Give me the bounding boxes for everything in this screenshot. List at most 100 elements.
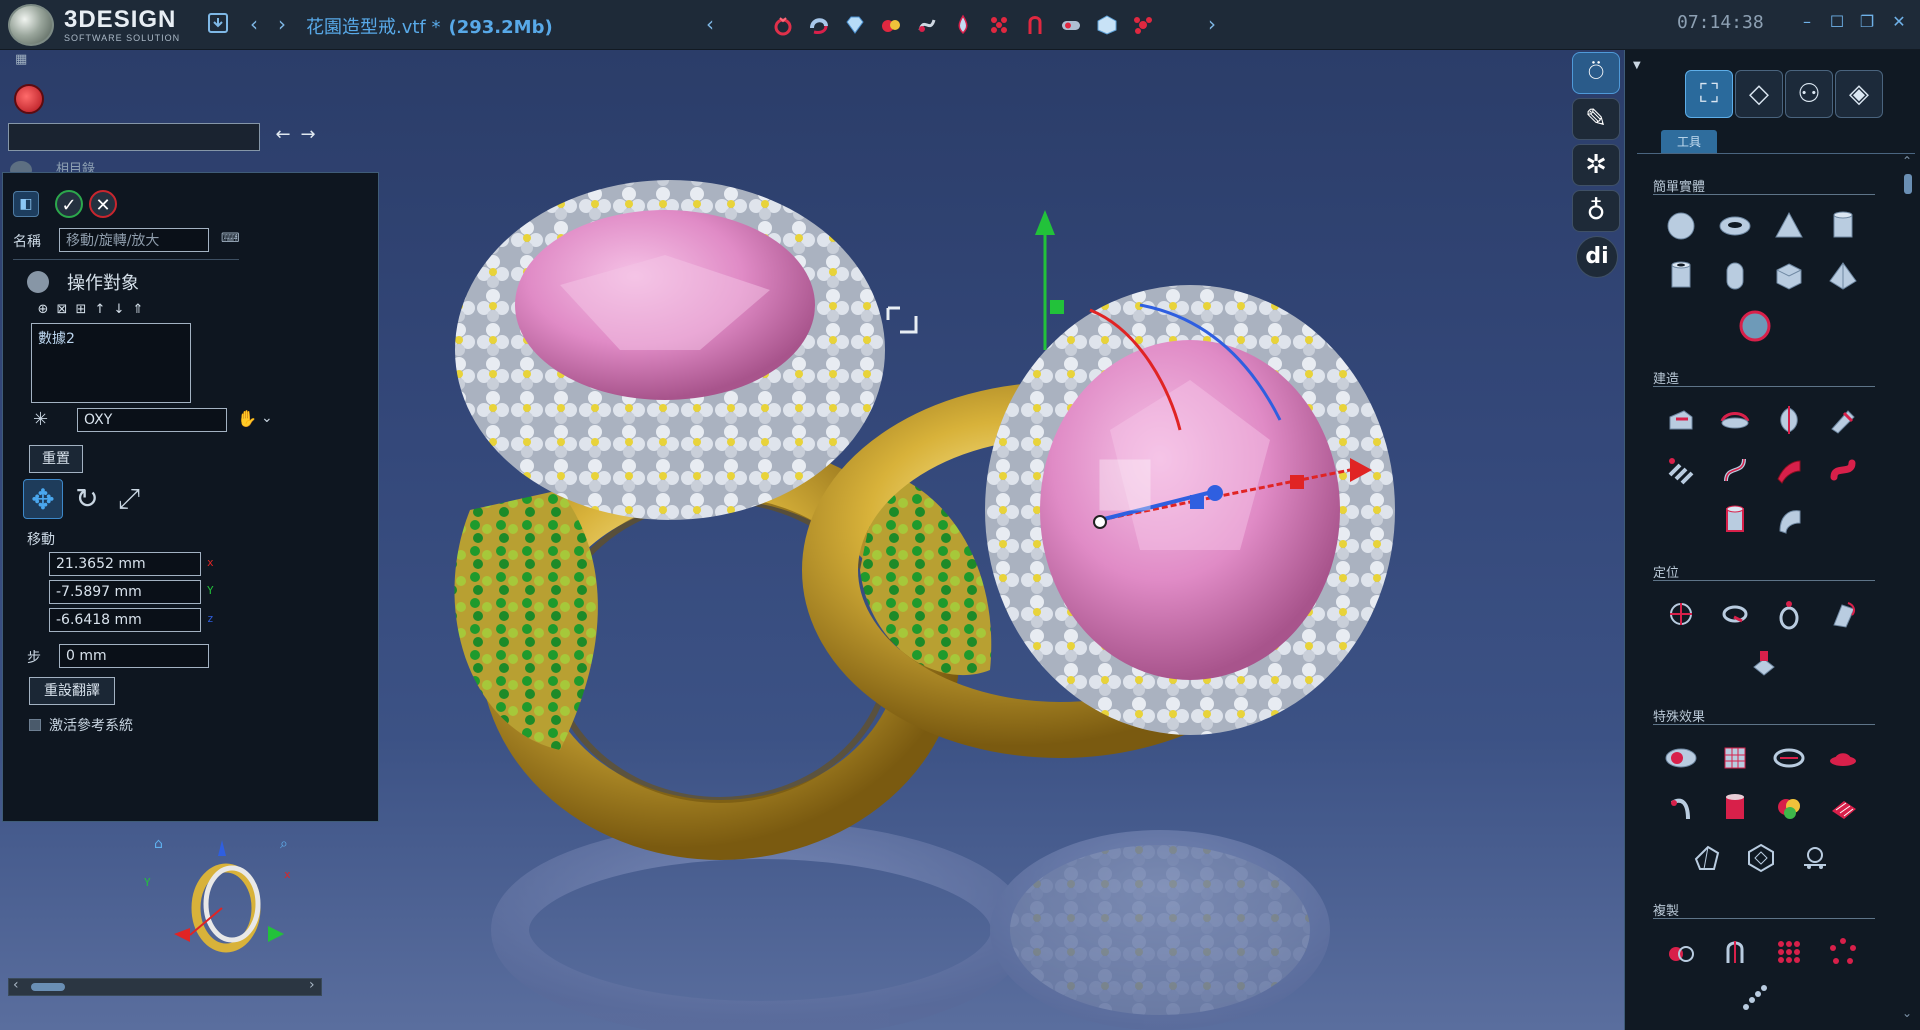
move-up-icon[interactable]: ↑ — [92, 302, 108, 318]
reset-button[interactable]: 重置 — [29, 445, 83, 473]
step-input[interactable] — [59, 644, 209, 668]
shell-icon[interactable] — [1717, 502, 1753, 538]
sweep-icon[interactable] — [1717, 402, 1753, 438]
array-curve-icon[interactable] — [1737, 980, 1773, 1016]
add-object-icon[interactable]: ⊕ — [35, 302, 51, 318]
reset-translate-button[interactable]: 重設翻譯 — [29, 677, 115, 705]
restore-icon[interactable]: ❐ — [1856, 11, 1878, 33]
array-circular-icon[interactable] — [1825, 934, 1861, 970]
object-list-item[interactable]: 數據2 — [38, 328, 184, 348]
loft-icon[interactable] — [1825, 402, 1861, 438]
activate-ref-checkbox[interactable] — [29, 719, 41, 731]
curve-icon[interactable] — [914, 12, 940, 38]
facet-icon[interactable] — [1689, 840, 1725, 876]
save-icon[interactable] — [206, 12, 230, 36]
ring-icon[interactable] — [770, 12, 796, 38]
apple-icon[interactable] — [14, 84, 44, 114]
panel-horizontal-scrollbar[interactable]: ‹ › — [8, 977, 322, 996]
move-top-icon[interactable]: ⇑ — [130, 302, 146, 318]
scroll-thumb[interactable] — [31, 983, 65, 991]
maximize-icon[interactable]: ☐ — [1826, 11, 1848, 33]
extrude-icon[interactable] — [1663, 402, 1699, 438]
toolbar-scroll-right-icon[interactable]: › — [1200, 12, 1224, 36]
move-tool-icon[interactable]: ✥ — [23, 479, 63, 519]
prong-icon[interactable] — [1022, 12, 1048, 38]
stones-icon[interactable] — [878, 12, 904, 38]
lattice-icon[interactable] — [1717, 740, 1753, 776]
panel-mode-icon[interactable]: ◧ — [13, 191, 39, 217]
move-z-input[interactable] — [49, 608, 201, 632]
tools-scrollbar[interactable]: ⌃ ⌄ — [1901, 154, 1915, 1024]
duplicate-icon[interactable] — [1663, 934, 1699, 970]
gem-icon[interactable] — [842, 12, 868, 38]
navigator-cube-icon[interactable] — [160, 838, 290, 968]
scroll-left-icon[interactable]: ‹ — [13, 977, 19, 993]
bend-icon[interactable] — [1663, 790, 1699, 826]
close-icon[interactable]: ✕ — [1888, 11, 1910, 33]
name-input[interactable] — [59, 228, 209, 252]
gallery-icon[interactable] — [1797, 840, 1833, 876]
multi-section-icon[interactable] — [1663, 452, 1699, 488]
tab-gem-library[interactable]: ◈ — [1835, 70, 1883, 118]
capsule-icon[interactable] — [1717, 258, 1753, 294]
forward-icon[interactable]: › — [270, 12, 294, 36]
box-icon[interactable] — [1771, 258, 1807, 294]
command-input[interactable] — [8, 123, 260, 151]
move-y-input[interactable] — [49, 580, 201, 604]
scroll-down-icon[interactable]: ⌄ — [1902, 1006, 1912, 1020]
history-forward-icon[interactable]: → — [297, 124, 319, 148]
revolve-icon[interactable] — [1771, 402, 1807, 438]
history-back-icon[interactable]: ← — [272, 124, 294, 148]
pave-icon[interactable] — [986, 12, 1012, 38]
engrave-icon[interactable] — [1771, 740, 1807, 776]
cancel-button[interactable]: ✕ — [89, 190, 117, 218]
toolbar-scroll-left-icon[interactable]: ‹ — [698, 12, 722, 36]
minimize-icon[interactable]: – — [1796, 11, 1818, 33]
cone-icon[interactable] — [1771, 208, 1807, 244]
tab-settings[interactable]: ⚇ — [1785, 70, 1833, 118]
rotate-tool-icon[interactable]: ↻ — [67, 479, 107, 519]
sphere-icon[interactable] — [1663, 208, 1699, 244]
object-list[interactable]: 數據2 — [31, 323, 191, 403]
plane-input[interactable] — [77, 408, 227, 432]
cube-icon[interactable] — [1094, 12, 1120, 38]
move-rotate-icon[interactable] — [1663, 596, 1699, 632]
cluster-icon[interactable] — [1130, 12, 1156, 38]
tools-scroll-thumb[interactable] — [1904, 174, 1912, 194]
tube-icon[interactable] — [1663, 258, 1699, 294]
boolean-icon[interactable] — [1663, 740, 1699, 776]
back-icon[interactable]: ‹ — [242, 12, 266, 36]
drop-icon[interactable] — [950, 12, 976, 38]
tab-gems[interactable]: ◇ — [1735, 70, 1783, 118]
add-multiple-icon[interactable]: ⊞ — [73, 302, 89, 318]
place-on-ring-icon[interactable] — [1771, 596, 1807, 632]
rail-icon[interactable] — [1717, 452, 1753, 488]
gem-setting-icon[interactable]: ♁ — [1572, 190, 1620, 232]
keyboard-icon[interactable]: ⌨ — [221, 231, 240, 246]
texture-icon[interactable] — [1825, 790, 1861, 826]
bangle-icon[interactable] — [806, 12, 832, 38]
deform-icon[interactable] — [1825, 596, 1861, 632]
move-x-input[interactable] — [49, 552, 201, 576]
di-icon[interactable]: di — [1576, 236, 1618, 278]
panel-menu-icon[interactable]: ▼ — [1633, 60, 1641, 71]
tab-primitives[interactable]: ⛶ — [1685, 70, 1733, 118]
apps-grid-icon[interactable]: ▦ — [15, 52, 27, 67]
pipe-icon[interactable] — [1058, 12, 1084, 38]
polyhedron-icon[interactable] — [1743, 840, 1779, 876]
torus-icon[interactable] — [1717, 208, 1753, 244]
pyramid-icon[interactable] — [1825, 258, 1861, 294]
ring-tool-icon[interactable]: ⍥ — [1572, 52, 1620, 94]
patch-icon[interactable] — [1771, 502, 1807, 538]
move-down-icon[interactable]: ↓ — [111, 302, 127, 318]
expand-down-icon[interactable]: ⌄ — [261, 410, 273, 426]
hand-icon[interactable]: ✋ — [237, 409, 257, 428]
surface-icon[interactable] — [1771, 452, 1807, 488]
view-navigator[interactable]: ⌂ ⌕ Y x — [140, 826, 300, 976]
taper-icon[interactable] — [1717, 790, 1753, 826]
remove-object-icon[interactable]: ⊠ — [54, 302, 70, 318]
color-fx-icon[interactable] — [1771, 790, 1807, 826]
tab-tools[interactable]: 工具 — [1661, 130, 1717, 154]
cap-icon[interactable] — [1825, 740, 1861, 776]
mirror-icon[interactable] — [1717, 934, 1753, 970]
